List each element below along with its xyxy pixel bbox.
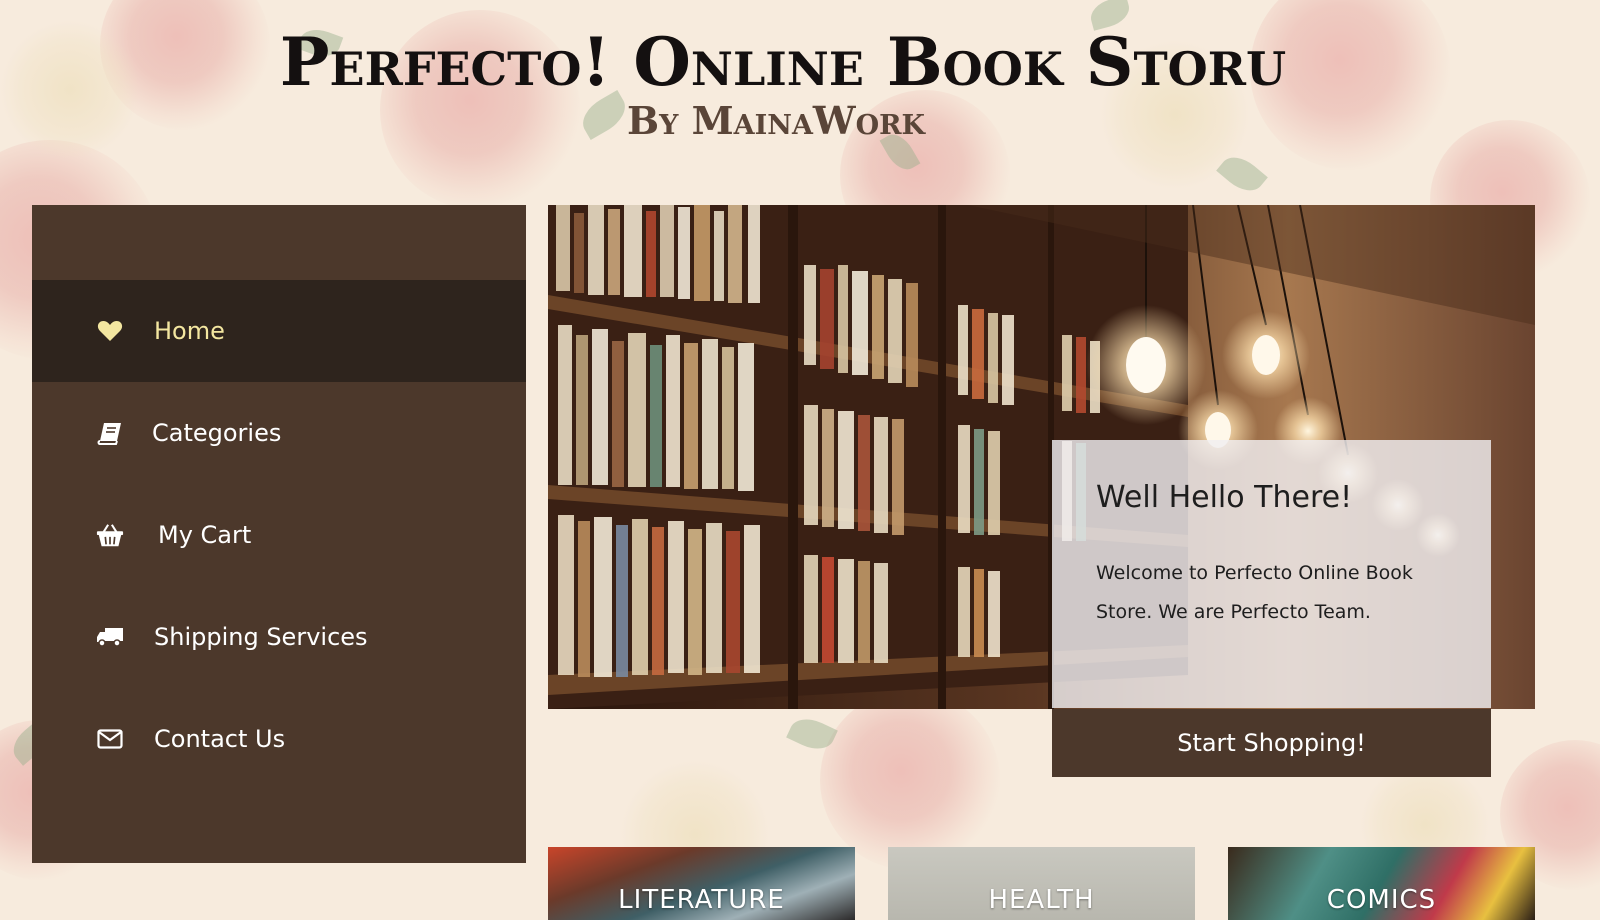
category-label: LITERATURE [618,885,785,915]
sidebar-item-contact-us[interactable]: Contact Us [32,688,526,790]
sidebar-item-label: Categories [152,419,282,447]
envelope-icon [96,726,124,752]
basket-icon [96,522,124,548]
store-byline: By MainaWork [627,98,925,143]
sidebar-item-label: Home [154,317,225,345]
truck-icon [96,624,124,650]
category-label: HEALTH [988,885,1095,915]
store-title: Perfecto! Online Book Storu [279,23,1287,101]
heart-icon [96,318,124,344]
welcome-text: Welcome to Perfecto Online Book Store. W… [1096,562,1413,623]
sidebar-item-categories[interactable]: Categories [32,382,526,484]
welcome-heading: Well Hello There! [1096,480,1353,515]
start-shopping-button[interactable]: Start Shopping! [1052,709,1491,777]
sidebar-item-label: My Cart [158,521,252,549]
sidebar-item-shipping-services[interactable]: Shipping Services [32,586,526,688]
category-tile-literature[interactable]: LITERATURE [548,847,855,920]
sidebar-item-label: Shipping Services [154,623,368,651]
book-icon [96,420,124,446]
sidebar-item-my-cart[interactable]: My Cart [32,484,526,586]
sidebar-item-label: Contact Us [154,725,286,753]
category-tile-comics[interactable]: COMICS [1228,847,1535,920]
category-label: COMICS [1326,885,1437,915]
sidebar-nav: Home Categories My Cart Shipping Service… [32,205,526,863]
sidebar-item-home[interactable]: Home [32,280,526,382]
welcome-card: Well Hello There! Welcome to Perfecto On… [1052,440,1491,708]
site-header: Perfecto! Online Book Storu By MainaWork [0,0,1600,160]
category-tile-health[interactable]: HEALTH [888,847,1195,920]
